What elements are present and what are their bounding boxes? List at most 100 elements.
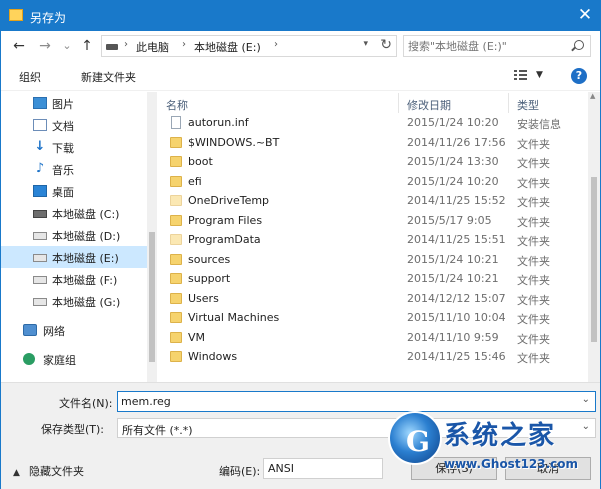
sidebar-item-drive-c[interactable]: 本地磁盘 (C:)	[1, 202, 147, 224]
navigation-pane: 图片 文档 ↓ 下载 ♪ 音乐 桌面 本地磁盘 (C:) 本地磁盘 (D:) 本…	[1, 92, 147, 382]
list-item[interactable]: support 2015/1/24 10:21 文件夹	[158, 269, 588, 289]
scrollbar-thumb[interactable]	[591, 177, 597, 342]
file-modified: 2014/11/10 9:59	[407, 330, 499, 344]
file-type: 文件夹	[517, 196, 550, 209]
folder-icon	[170, 195, 182, 206]
hide-folders-toggle[interactable]: ▲ 隐藏文件夹	[13, 463, 84, 479]
list-item[interactable]: boot 2015/1/24 13:30 文件夹	[158, 152, 588, 172]
sidebar-item-documents[interactable]: 文档	[1, 114, 147, 136]
sidebar-item-label: 本地磁盘 (C:)	[52, 208, 120, 221]
scrollbar-thumb[interactable]	[149, 232, 155, 362]
folder-icon	[170, 253, 182, 265]
column-name[interactable]: 名称	[166, 97, 188, 113]
sidebar-item-pictures[interactable]: 图片	[1, 92, 147, 114]
file-name: ProgramData	[188, 233, 261, 246]
recent-locations-button[interactable]: ⌄	[61, 37, 73, 55]
chevron-down-icon[interactable]: ▾	[363, 39, 368, 49]
column-modified[interactable]: 修改日期	[407, 97, 451, 113]
list-item[interactable]: sources 2015/1/24 10:21 文件夹	[158, 250, 588, 270]
sidebar-item-drive-f[interactable]: 本地磁盘 (F:)	[1, 268, 147, 290]
window-title: 另存为	[30, 11, 67, 25]
file-modified: 2015/1/24 10:21	[407, 272, 499, 285]
address-bar[interactable]: › 此电脑 › 本地磁盘 (E:) › ▾ ↻	[101, 35, 397, 57]
sidebar-item-label: 桌面	[52, 186, 74, 199]
file-modified: 2015/1/24 13:30	[407, 155, 499, 168]
forward-button[interactable]: →	[37, 37, 53, 55]
list-item[interactable]: Program Files 2015/5/17 9:05 文件夹	[158, 211, 588, 231]
file-name: sources	[188, 252, 231, 266]
file-modified: 2015/5/17 9:05	[407, 213, 492, 227]
column-divider[interactable]	[508, 93, 509, 113]
view-options-icon[interactable]	[514, 70, 528, 80]
list-item[interactable]: efi 2015/1/24 10:20 文件夹	[158, 172, 588, 192]
sidebar-item-desktop[interactable]: 桌面	[1, 180, 147, 202]
encoding-select[interactable]: ANSI	[263, 458, 383, 479]
file-list: autorun.inf 2015/1/24 10:20 安装信息 $WINDOW…	[158, 113, 588, 382]
help-button[interactable]: ?	[571, 68, 587, 84]
new-folder-button[interactable]: 新建文件夹	[81, 69, 136, 85]
drive-icon	[106, 44, 118, 50]
organize-menu[interactable]: 组织	[19, 69, 41, 85]
file-name: Program Files	[188, 213, 263, 227]
breadcrumb-drive-e[interactable]: 本地磁盘 (E:)	[194, 39, 261, 55]
file-name: Users	[188, 291, 219, 305]
search-box[interactable]	[403, 35, 591, 57]
column-type[interactable]: 类型	[517, 97, 539, 113]
breadcrumb-separator: ›	[182, 39, 186, 50]
watermark-title: 系统之家	[444, 421, 557, 451]
sidebar-item-homegroup[interactable]: 家庭组	[1, 348, 147, 370]
chevron-down-icon[interactable]: ⌄	[582, 394, 590, 405]
search-icon[interactable]	[574, 40, 584, 50]
file-name: Windows	[188, 350, 238, 363]
list-item[interactable]: Windows 2014/11/25 15:46 文件夹	[158, 347, 588, 367]
breadcrumb-this-pc[interactable]: 此电脑	[136, 39, 169, 55]
chevron-down-icon[interactable]: ▼	[536, 70, 543, 80]
breadcrumb-separator: ›	[124, 39, 128, 50]
sidebar-item-label: 图片	[52, 98, 74, 111]
refresh-icon[interactable]: ↻	[380, 37, 392, 53]
search-input[interactable]	[408, 38, 568, 54]
column-divider[interactable]	[398, 93, 399, 113]
notepad-icon	[9, 9, 23, 21]
sidebar-item-music[interactable]: ♪ 音乐	[1, 158, 147, 180]
file-name: boot	[188, 155, 213, 168]
sidebar-item-drive-g[interactable]: 本地磁盘 (G:)	[1, 290, 147, 312]
file-name: OneDriveTemp	[188, 194, 270, 207]
list-item[interactable]: $WINDOWS.~BT 2014/11/26 17:56 文件夹	[158, 133, 588, 153]
list-item[interactable]: OneDriveTemp 2014/11/25 15:52 文件夹	[158, 191, 588, 211]
sidebar-item-label: 本地磁盘 (F:)	[52, 274, 118, 287]
sidebar-item-drive-e[interactable]: 本地磁盘 (E:)	[1, 246, 147, 268]
folder-icon	[170, 331, 182, 343]
sidebar-item-downloads[interactable]: ↓ 下载	[1, 136, 147, 158]
drive-icon	[33, 298, 47, 306]
filetype-label: 保存类型(T):	[41, 423, 105, 436]
sidebar-item-label: 本地磁盘 (D:)	[52, 230, 121, 243]
breadcrumb-separator: ›	[274, 39, 278, 50]
list-item[interactable]: VM 2014/11/10 9:59 文件夹	[158, 328, 588, 348]
list-item[interactable]: Virtual Machines 2015/11/10 10:04 文件夹	[158, 308, 588, 328]
close-button[interactable]: ✕	[570, 1, 600, 31]
navigation-pane-scrollbar[interactable]	[147, 92, 157, 382]
folder-icon	[170, 234, 182, 245]
scroll-up-icon[interactable]: ▲	[590, 92, 595, 100]
command-bar: 组织 新建文件夹 ▼ ?	[1, 61, 600, 91]
file-type: 文件夹	[517, 157, 550, 170]
title-bar: 另存为 ✕	[1, 1, 600, 31]
file-name: VM	[188, 330, 206, 344]
folder-icon	[170, 273, 182, 284]
file-list-scrollbar[interactable]: ▲	[588, 92, 600, 382]
watermark-url: www.Ghost123.com	[444, 457, 579, 471]
up-button[interactable]: ↑	[79, 37, 95, 55]
file-type: 安装信息	[517, 118, 561, 131]
list-item[interactable]: autorun.inf 2015/1/24 10:20 安装信息	[158, 113, 588, 133]
back-button[interactable]: ←	[11, 37, 27, 55]
list-item[interactable]: Users 2014/12/12 15:07 文件夹	[158, 289, 588, 309]
file-type: 文件夹	[517, 293, 550, 307]
sidebar-item-drive-d[interactable]: 本地磁盘 (D:)	[1, 224, 147, 246]
folder-icon	[170, 312, 182, 323]
list-item[interactable]: ProgramData 2014/11/25 15:51 文件夹	[158, 230, 588, 250]
folder-icon	[170, 292, 182, 304]
file-icon	[171, 116, 181, 129]
watermark-logo: G	[388, 411, 442, 465]
sidebar-item-network[interactable]: 网络	[1, 319, 147, 341]
